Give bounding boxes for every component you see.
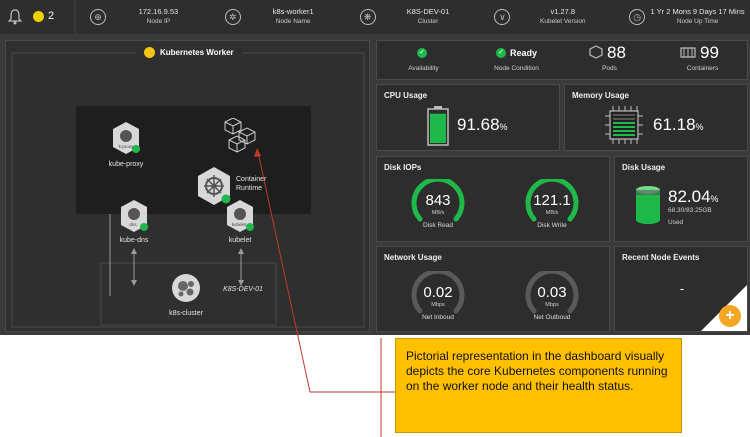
callout-box: Pictorial representation in the dashboar… [395,338,682,433]
callout-text: Pictorial representation in the dashboar… [406,349,668,393]
